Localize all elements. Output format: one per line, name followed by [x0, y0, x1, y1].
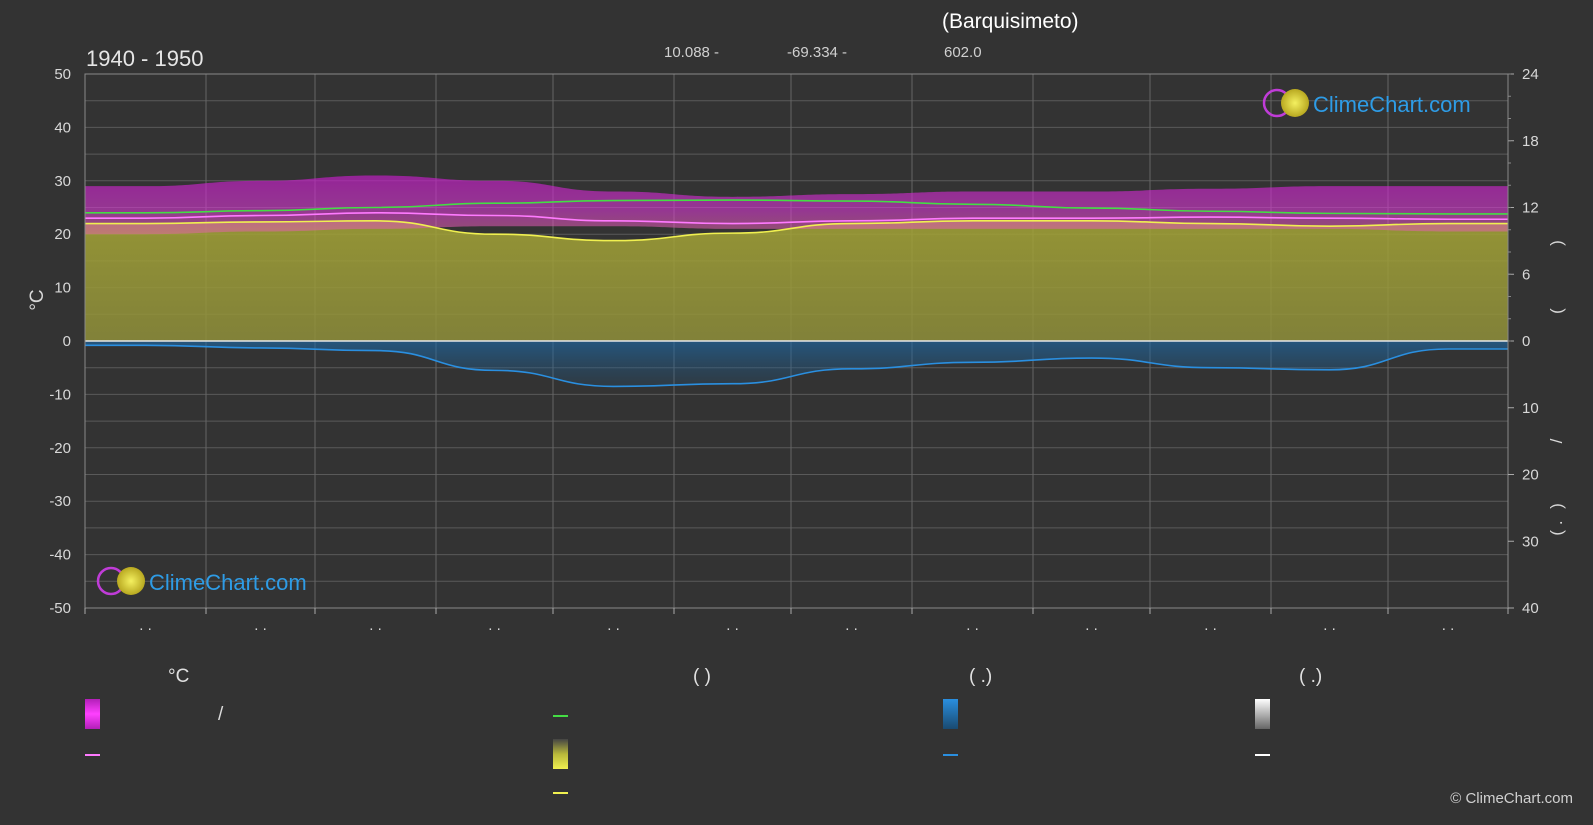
legend-temp-range-swatch — [85, 699, 100, 729]
x-tick-label: . . — [845, 617, 858, 634]
legend-snow-mean-swatch — [1255, 754, 1270, 756]
y-left-tick-label: -40 — [49, 547, 71, 564]
y-left-axis-title: °C — [27, 289, 48, 310]
y-left-tick-label: 10 — [54, 280, 71, 297]
logo-text: ClimeChart.com — [1313, 92, 1471, 117]
x-tick-label: . . — [607, 617, 620, 634]
y-right-bottom-tick-label: 10 — [1522, 400, 1539, 417]
data-bands — [85, 175, 1508, 387]
legend-precip-mean-swatch — [943, 754, 958, 756]
y-right-top-tick-label: 12 — [1522, 200, 1539, 217]
x-tick-label: . . — [1204, 617, 1217, 634]
legend-snow-header: ( .) — [1299, 666, 1323, 687]
y-left-tick-label: 0 — [63, 333, 71, 350]
y-left-tick-label: 50 — [54, 66, 71, 83]
x-tick-label: . . — [966, 617, 979, 634]
x-tick-label: . . — [1442, 617, 1455, 634]
y-right-top-tick-label: 6 — [1522, 266, 1530, 283]
legend-temp-mean-swatch — [85, 754, 100, 756]
legend-sunshine-swatch — [553, 739, 568, 769]
legend-precip-swatch — [943, 699, 958, 729]
x-tick-label: . . — [1323, 617, 1336, 634]
y-right-axis-title-part: ) — [1547, 240, 1566, 246]
legend-snow-swatch — [1255, 699, 1270, 729]
y-left-tick-label: 30 — [54, 173, 71, 190]
y-left-tick-label: -30 — [49, 493, 71, 510]
y-left-tick-label: -20 — [49, 440, 71, 457]
y-right-top-tick-label: 24 — [1522, 66, 1539, 83]
y-right-axis-title-part: ( . — [1547, 520, 1566, 535]
legend-daylight-header: ( ) — [693, 666, 711, 687]
y-left-tick-label: -10 — [49, 386, 71, 403]
y-right-axis-title-part: ) — [1547, 503, 1566, 509]
legend-precip-header: ( .) — [969, 666, 993, 687]
legend-sunshine-mean-swatch — [553, 792, 568, 794]
y-left-tick-label: 20 — [54, 226, 71, 243]
climechart-logo-bottom: ClimeChart.com — [96, 566, 307, 596]
logo-sun-icon — [117, 567, 145, 595]
copyright: © ClimeChart.com — [1450, 790, 1573, 807]
climechart-logo-top: ClimeChart.com — [1262, 88, 1471, 118]
x-tick-label: . . — [254, 617, 267, 634]
x-tick-label: . . — [726, 617, 739, 634]
y-right-bottom-tick-label: 20 — [1522, 467, 1539, 484]
climate-chart: 50 40 30 20 10 0 -10 -20 -30 -40 -50 °C 24 18 12 6 0 10 20… — [27, 66, 1566, 634]
y-right-top-tick-label: 0 — [1522, 333, 1530, 350]
y-right-top-tick-label: 18 — [1522, 133, 1539, 150]
legend-temp-range-label: / — [218, 704, 224, 725]
y-right-axis-title-part: / — [1547, 438, 1566, 443]
sunshine-band — [85, 220, 1508, 341]
legend-temperature-header: °C — [168, 666, 190, 687]
y-left-tick-label: -50 — [49, 600, 71, 617]
legend-daylight-swatch — [553, 715, 568, 717]
x-tick-label: . . — [369, 617, 382, 634]
x-tick-label: . . — [1085, 617, 1098, 634]
logo-sun-icon — [1281, 89, 1309, 117]
y-left-tick-label: 40 — [54, 119, 71, 136]
logo-text: ClimeChart.com — [149, 570, 307, 595]
x-tick-label: . . — [139, 617, 152, 634]
y-right-bottom-tick-label: 30 — [1522, 533, 1539, 550]
x-tick-label: . . — [488, 617, 501, 634]
y-right-axis-title-part: ( — [1547, 308, 1566, 314]
y-right-bottom-tick-label: 40 — [1522, 600, 1539, 617]
